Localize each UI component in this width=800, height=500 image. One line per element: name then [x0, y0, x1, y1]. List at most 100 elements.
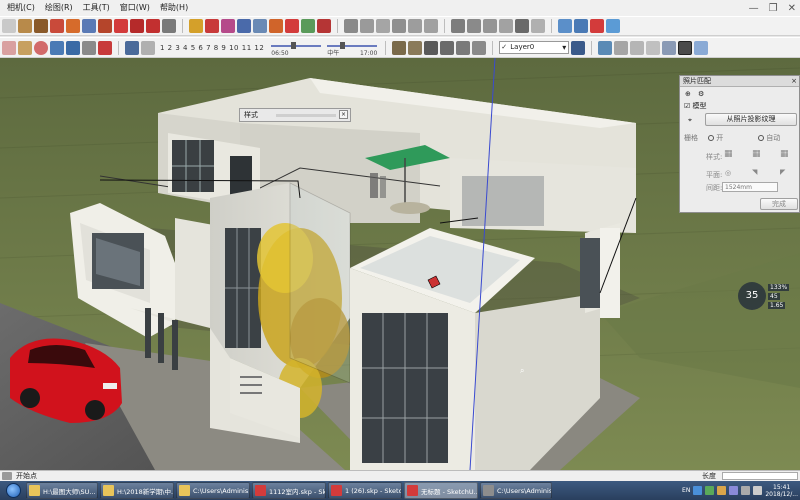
circle-icon[interactable] [66, 19, 80, 33]
tray-app-3-icon[interactable] [717, 486, 726, 495]
model-checkbox-row[interactable]: ☑ 模型 [684, 101, 707, 111]
spacing-input[interactable]: 1524mm [722, 182, 778, 192]
eraser-icon[interactable] [2, 41, 16, 55]
status-icons[interactable] [2, 472, 12, 480]
pushpull-icon[interactable] [98, 19, 112, 33]
grid-style-3-icon[interactable]: ▦ [780, 149, 789, 159]
rotate-icon[interactable] [146, 19, 160, 33]
layer-manager-icon[interactable] [571, 41, 585, 55]
polygon-icon[interactable] [82, 19, 96, 33]
style-mono-icon[interactable] [694, 41, 708, 55]
arc-icon[interactable] [50, 19, 64, 33]
menu-camera[interactable]: 相机(C) [2, 0, 40, 16]
style-hidden-icon[interactable] [646, 41, 660, 55]
network-icon[interactable] [741, 486, 750, 495]
back-view-icon[interactable] [408, 19, 422, 33]
scale-icon[interactable] [162, 19, 176, 33]
tape-icon[interactable] [189, 19, 203, 33]
tray-app-1-icon[interactable] [693, 486, 702, 495]
task-folder-2[interactable]: H:\2018新学期\中... [100, 482, 174, 499]
wireframe-icon[interactable] [467, 19, 481, 33]
fog-icon[interactable] [141, 41, 155, 55]
styles-window[interactable]: 样式 × [239, 108, 351, 122]
textured-icon[interactable] [515, 19, 529, 33]
time-slider[interactable]: 中午 17:00 [327, 41, 377, 55]
move-icon[interactable] [130, 19, 144, 33]
maximize-icon[interactable]: ❐ [769, 3, 778, 14]
group-icon[interactable] [408, 41, 422, 55]
right-view-icon[interactable] [392, 19, 406, 33]
undo-icon[interactable] [50, 41, 64, 55]
task-sketchup-1[interactable]: 1112室内.skp - Sk... [252, 482, 326, 499]
panel-close-icon[interactable]: × [791, 76, 797, 87]
warehouse-icon[interactable] [558, 19, 572, 33]
left-view-icon[interactable] [424, 19, 438, 33]
layout-icon[interactable] [606, 19, 620, 33]
gears-icon[interactable]: ⚙ [698, 90, 704, 98]
shadow-toggle-icon[interactable] [125, 41, 139, 55]
target-icon[interactable]: ⌖ [688, 116, 692, 125]
plane-eye-icon[interactable]: ◎ [725, 169, 731, 177]
grid-style-2-icon[interactable]: ▦ [752, 149, 761, 159]
navigation-widget[interactable]: 35 133% 45 1.65 [738, 280, 800, 316]
add-photo-icon[interactable]: ⊕ [685, 90, 691, 98]
style-textured-icon[interactable] [678, 41, 692, 55]
grid-radio-auto[interactable]: 自动 [758, 133, 780, 143]
zoom-extents-icon[interactable] [285, 19, 299, 33]
section-icon[interactable] [301, 19, 315, 33]
style-xray-icon[interactable] [598, 41, 612, 55]
home-icon[interactable] [424, 41, 438, 55]
walk-icon[interactable] [317, 19, 331, 33]
orbit-icon[interactable] [237, 19, 251, 33]
project-texture-button[interactable]: 从照片投影纹理 [705, 113, 797, 126]
hidden-line-icon[interactable] [483, 19, 497, 33]
measurement-box[interactable] [722, 472, 798, 480]
front-view-icon[interactable] [376, 19, 390, 33]
style-back-edges-icon[interactable] [614, 41, 628, 55]
task-sketchup-3[interactable]: 无标题 - SketchU... [404, 482, 478, 499]
line-icon[interactable] [34, 19, 48, 33]
plane-xy-icon[interactable]: ◥ [752, 168, 757, 176]
model-checkbox[interactable]: ☑ [684, 102, 690, 110]
tray-app-2-icon[interactable] [705, 486, 714, 495]
volume-icon[interactable] [753, 486, 762, 495]
house-side-icon[interactable] [472, 41, 486, 55]
start-button[interactable] [0, 481, 26, 500]
style-shaded-icon[interactable] [662, 41, 676, 55]
style-wire-icon[interactable] [630, 41, 644, 55]
paint-icon[interactable] [221, 19, 235, 33]
zoom-icon[interactable] [269, 19, 283, 33]
menu-tools[interactable]: 工具(T) [78, 0, 115, 16]
redo-icon[interactable] [66, 41, 80, 55]
layer-select[interactable]: Layer0 [499, 41, 569, 54]
print-icon[interactable] [82, 41, 96, 55]
task-sketchup-2[interactable]: 1 (26).skp - Sketc... [328, 482, 402, 499]
stop-icon[interactable] [34, 41, 48, 55]
menu-window[interactable]: 窗口(W) [115, 0, 155, 16]
styles-close-icon[interactable]: × [339, 110, 348, 119]
rect-icon[interactable] [18, 19, 32, 33]
select-icon[interactable] [2, 19, 16, 33]
pan-icon[interactable] [253, 19, 267, 33]
task-explorer[interactable]: C:\Users\Adminis... [480, 482, 552, 499]
tray-app-4-icon[interactable] [729, 486, 738, 495]
menu-help[interactable]: 帮助(H) [155, 0, 193, 16]
minimize-icon[interactable]: — [749, 3, 759, 14]
task-folder-1[interactable]: H:\最图大师\SU... [26, 482, 98, 499]
share-model-icon[interactable] [574, 19, 588, 33]
task-folder-3[interactable]: C:\Users\Adminis... [176, 482, 250, 499]
grid-style-1-icon[interactable]: ▦ [724, 149, 733, 159]
month-slider[interactable]: 06:50 [271, 41, 321, 55]
top-view-icon[interactable] [360, 19, 374, 33]
shaded-icon[interactable] [499, 19, 513, 33]
house-outline-icon[interactable] [440, 41, 454, 55]
menu-draw[interactable]: 绘图(R) [40, 0, 78, 16]
house-roof-icon[interactable] [456, 41, 470, 55]
offset-icon[interactable] [114, 19, 128, 33]
grid-radio-on[interactable]: 开 [708, 133, 723, 143]
monochrome-icon[interactable] [531, 19, 545, 33]
close-icon[interactable]: ✕ [788, 3, 796, 14]
component-icon[interactable] [392, 41, 406, 55]
xray-icon[interactable] [451, 19, 465, 33]
pencil-icon[interactable] [18, 41, 32, 55]
